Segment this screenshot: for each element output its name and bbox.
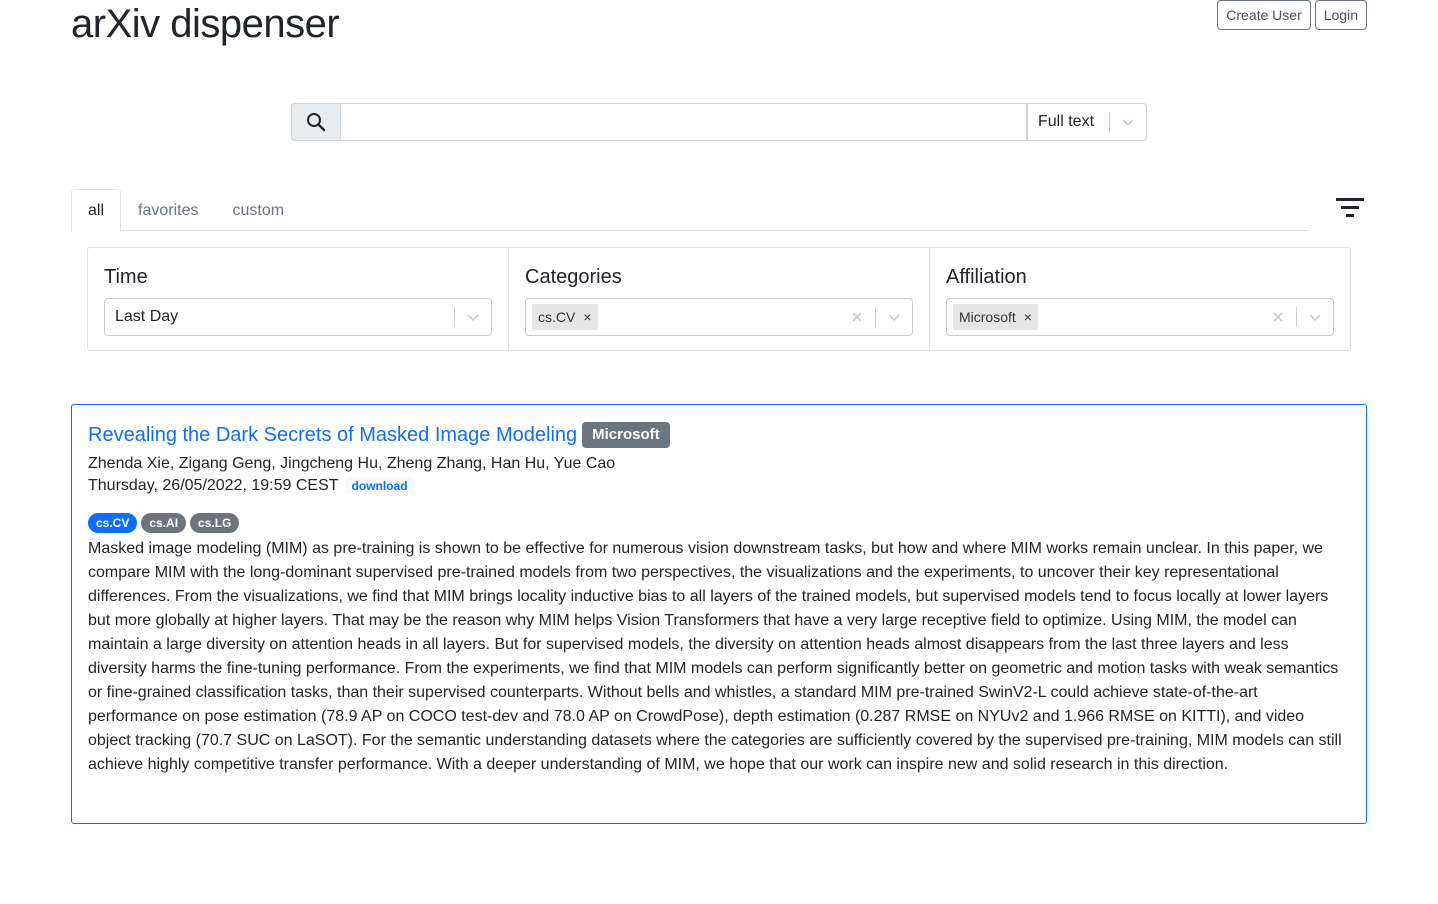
tab-custom[interactable]: custom [215,189,301,231]
time-filter: Time Last Day [88,248,509,350]
paper-card: Revealing the Dark Secrets of Masked Ima… [71,404,1367,824]
paper-meta: Thursday, 26/05/2022, 19:59 CEST downloa… [88,475,1350,497]
chevron-down-icon[interactable] [1110,117,1146,127]
categories-filter: Categories cs.CV × [509,248,930,350]
search-input[interactable] [341,103,1027,141]
search-mode-select[interactable]: Full text [1027,103,1147,141]
chip-remove-icon[interactable]: × [1022,309,1038,325]
search-button[interactable] [291,103,341,141]
time-select-value: Last Day [115,308,179,325]
affiliation-chip: Microsoft × [953,304,1038,330]
chevron-down-icon[interactable] [1297,312,1333,322]
categories-filter-label: Categories [525,266,622,288]
tab-all[interactable]: all [71,189,122,232]
category-badge[interactable]: cs.AI [141,513,187,533]
paper-abstract: Masked image modeling (MIM) as pre-train… [88,540,1342,773]
paper-authors: Zhenda Xie, Zigang Geng, Jingcheng Hu, Z… [88,455,616,472]
paper-title-row: Revealing the Dark Secrets of Masked Ima… [88,421,1350,449]
chip-remove-icon[interactable]: × [581,309,597,325]
clear-icon[interactable] [839,311,875,323]
search-mode-value: Full text [1038,113,1095,130]
app-title: arXiv dispenser [71,2,340,46]
search-icon [307,113,326,132]
filter-lines-icon [1336,198,1364,217]
create-user-button[interactable]: Create User [1217,0,1311,30]
chevron-down-icon[interactable] [455,312,491,322]
affiliation-chip-label: Microsoft [959,309,1016,325]
clear-icon[interactable] [1260,311,1296,323]
search-bar: Full text [291,103,1147,141]
paper-title-link[interactable]: Revealing the Dark Secrets of Masked Ima… [88,424,577,447]
affiliation-select-value: Microsoft × [947,304,1260,330]
paper-date: Thursday, 26/05/2022, 19:59 CEST [88,477,339,494]
header-actions: Create User Login [1217,0,1367,30]
login-button[interactable]: Login [1314,0,1367,30]
filter-toggle-button[interactable] [1334,194,1366,220]
time-select[interactable]: Last Day [104,298,492,336]
tab-favorites[interactable]: favorites [121,189,215,231]
affiliation-filter-label: Affiliation [946,266,1027,288]
affiliation-select[interactable]: Microsoft × [946,298,1334,336]
affiliation-filter: Affiliation Microsoft × [930,248,1350,350]
download-link[interactable]: download [344,477,415,495]
category-badge[interactable]: cs.LG [190,513,240,533]
tab-bar: all favorites custom [71,189,1308,232]
paper-categories: cs.CV cs.AI cs.LG [88,513,1350,535]
filter-panel: Time Last Day Categories cs.CV × Affilia… [87,247,1351,351]
category-badge[interactable]: cs.CV [88,513,138,533]
chevron-down-icon[interactable] [876,312,912,322]
time-filter-label: Time [104,266,148,288]
categories-select[interactable]: cs.CV × [525,298,913,336]
category-chip: cs.CV × [532,304,598,330]
category-chip-label: cs.CV [538,309,576,325]
affiliation-badge: Microsoft [582,422,670,448]
categories-select-value: cs.CV × [526,304,839,330]
